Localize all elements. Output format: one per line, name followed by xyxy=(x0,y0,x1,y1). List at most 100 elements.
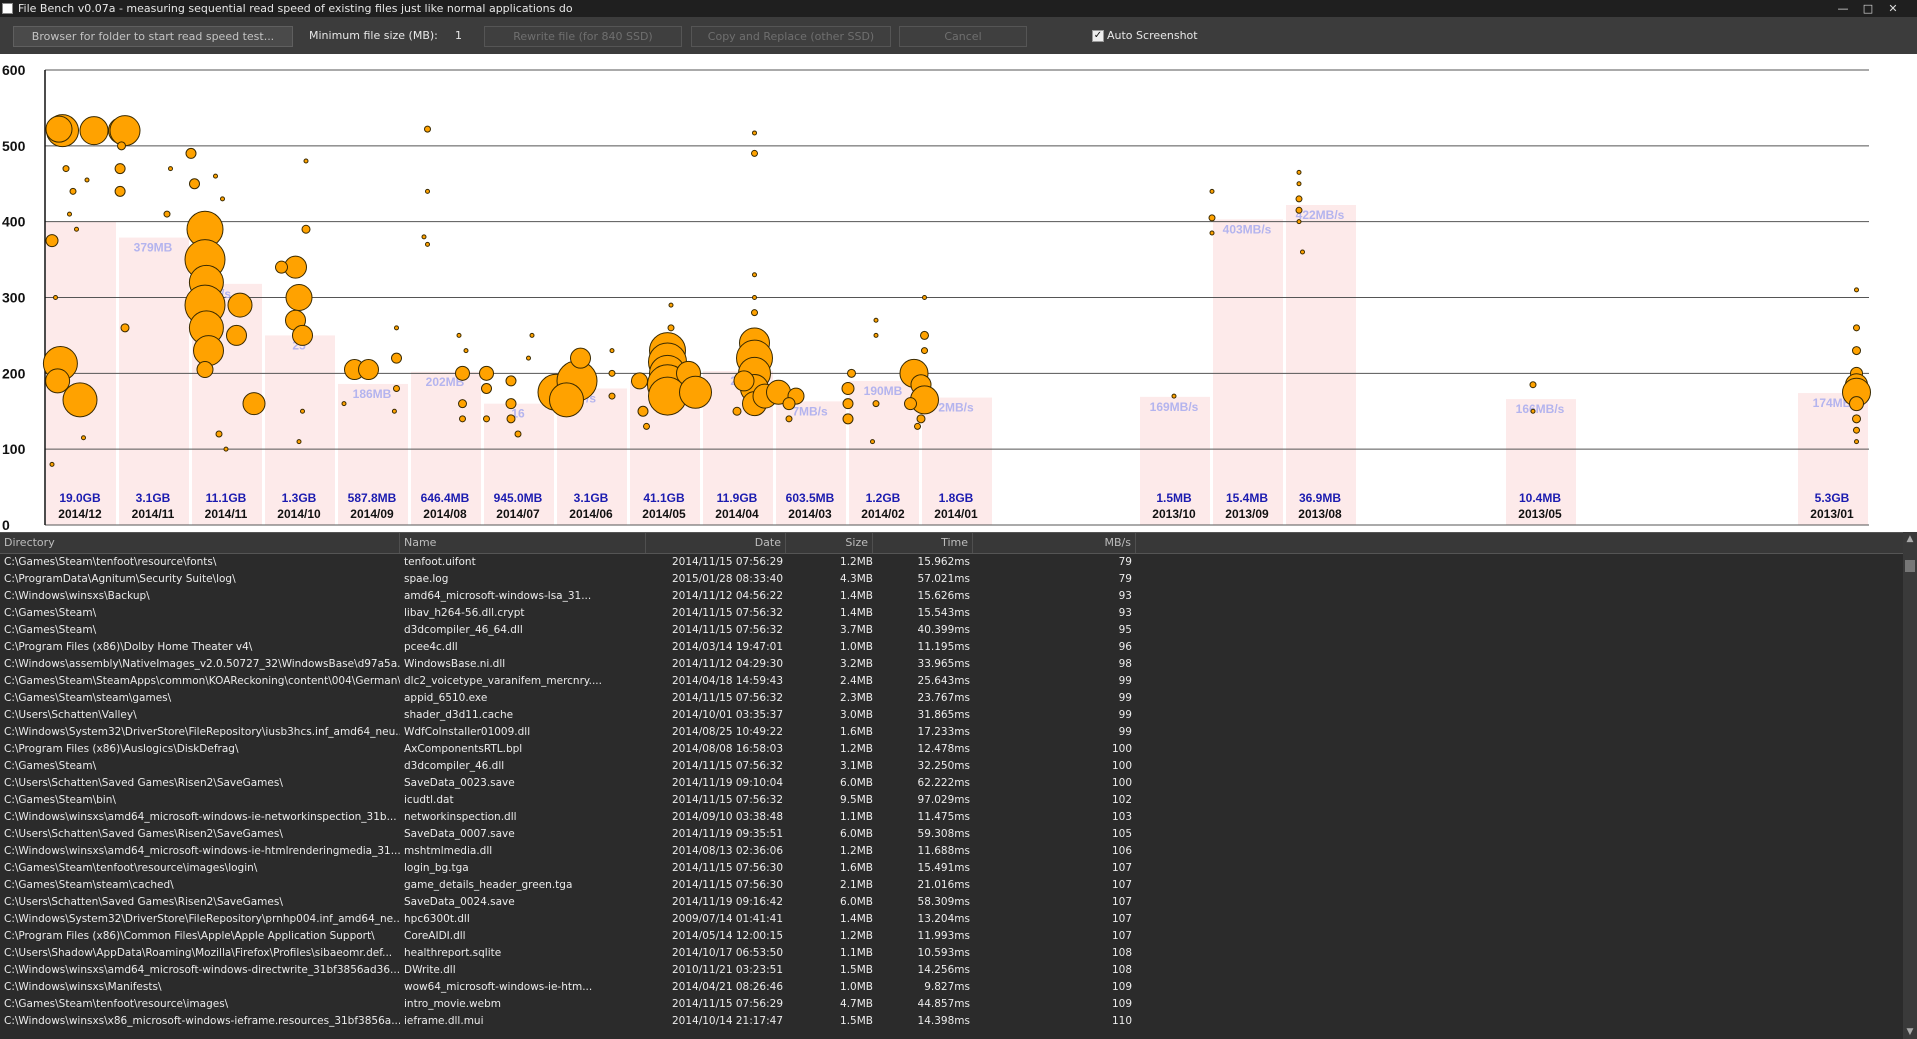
table-row[interactable]: C:\Windows\winsxs\amd64_microsoft-window… xyxy=(0,962,1903,979)
column-header-directory[interactable]: Directory xyxy=(0,533,400,553)
month-label: 2013/09 xyxy=(1225,507,1269,521)
table-row[interactable]: C:\Program Files (x86)\Dolby Home Theate… xyxy=(0,639,1903,656)
table-row[interactable]: C:\Games\Steam\steam\games\ appid_6510.ex… xyxy=(0,690,1903,707)
table-row[interactable]: C:\Windows\winsxs\Manifests\ wow64_micros… xyxy=(0,979,1903,996)
month-label: 2014/03 xyxy=(788,507,832,521)
column-header-size[interactable]: Size xyxy=(786,533,873,553)
file-speed-bubble xyxy=(506,414,516,424)
table-row[interactable]: C:\Program Files (x86)\Common Files\Appl… xyxy=(0,928,1903,945)
file-speed-bubble xyxy=(1171,393,1177,399)
month-size-label: 603.5MB xyxy=(786,491,835,505)
table-row[interactable]: C:\Windows\winsxs\amd64_microsoft-window… xyxy=(0,843,1903,860)
column-header-time[interactable]: Time xyxy=(873,533,973,553)
file-speed-bubble xyxy=(455,365,470,381)
month-size-label: 587.8MB xyxy=(348,491,397,505)
rewrite-file-button[interactable]: Rewrite file (for 840 SSD) xyxy=(484,26,682,47)
cell-date: 2014/11/15 07:56:29 xyxy=(671,556,783,568)
table-row[interactable]: C:\Games\Steam\tenfoot\resource\fonts\ te… xyxy=(0,554,1903,571)
table-row[interactable]: C:\Games\Steam\tenfoot\resource\images\l… xyxy=(0,860,1903,877)
file-speed-bubble xyxy=(922,295,927,300)
browse-folder-button[interactable]: Browser for folder to start read speed t… xyxy=(13,26,293,47)
file-speed-bubble xyxy=(391,352,402,364)
window-title: File Bench v0.07a - measuring sequential… xyxy=(18,2,573,15)
cell-mbs: 93 xyxy=(1118,607,1132,619)
cell-size: 9.5MB xyxy=(840,794,873,806)
column-header-name[interactable]: Name xyxy=(400,533,646,553)
file-speed-bubble xyxy=(1295,195,1303,203)
table-row[interactable]: C:\Games\Steam\SteamApps\common\KOARecko… xyxy=(0,673,1903,690)
table-row[interactable]: C:\Windows\winsxs\Backup\ amd64_microsoft… xyxy=(0,588,1903,605)
cell-time: 15.962ms xyxy=(917,556,970,568)
scroll-up-icon[interactable]: ▲ xyxy=(1903,532,1917,546)
cancel-button[interactable]: Cancel xyxy=(899,26,1027,47)
month-label: 2014/08 xyxy=(423,507,467,521)
grid-rows: C:\Games\Steam\tenfoot\resource\fonts\ te… xyxy=(0,554,1903,1039)
table-row[interactable]: C:\Windows\winsxs\x86_microsoft-windows-… xyxy=(0,1013,1903,1030)
cell-mbs: 105 xyxy=(1111,828,1132,840)
cell-name: intro_movie.webm xyxy=(404,998,501,1010)
maximize-button[interactable]: □ xyxy=(1857,0,1879,17)
table-row[interactable]: C:\Games\Steam\tenfoot\resource\images\ i… xyxy=(0,996,1903,1013)
table-row[interactable]: C:\Games\Steam\bin\ icudtl.dat 2014/11/15 … xyxy=(0,792,1903,809)
cell-mbs: 96 xyxy=(1118,641,1132,653)
scroll-down-icon[interactable]: ▼ xyxy=(1903,1025,1917,1039)
table-row[interactable]: C:\Games\Steam\ libav_h264-56.dll.crypt 20… xyxy=(0,605,1903,622)
month-label: 2013/08 xyxy=(1298,507,1342,521)
table-row[interactable]: C:\Users\Shadow\AppData\Roaming\Mozilla\… xyxy=(0,945,1903,962)
file-speed-bubble xyxy=(394,325,399,331)
speed-chart-svg: 0100200300400500600379MB/s25186MB202MB16… xyxy=(2,62,1871,532)
file-speed-bubble xyxy=(67,211,72,217)
file-speed-bubble xyxy=(873,332,879,338)
cell-size: 1.2MB xyxy=(840,743,873,755)
table-row[interactable]: C:\Users\Schatten\Saved Games\Risen2\Sav… xyxy=(0,826,1903,843)
file-speed-bubble xyxy=(608,392,616,400)
table-row[interactable]: C:\ProgramData\Agnitum\Security Suite\lo… xyxy=(0,571,1903,588)
min-file-size-input[interactable]: 1 xyxy=(455,29,462,43)
table-row[interactable]: C:\Games\Steam\ d3dcompiler_46.dll 2014/11… xyxy=(0,758,1903,775)
table-row[interactable]: C:\Games\Steam\ d3dcompiler_46_64.dll 2014… xyxy=(0,622,1903,639)
auto-screenshot-checkbox[interactable]: ✓ xyxy=(1092,30,1104,42)
cell-time: 58.309ms xyxy=(917,896,970,908)
month-label: 2014/05 xyxy=(642,507,686,521)
cell-size: 4.3MB xyxy=(840,573,873,585)
column-header-date[interactable]: Date xyxy=(646,533,786,553)
file-speed-bubble xyxy=(751,149,758,157)
cell-time: 15.543ms xyxy=(917,607,970,619)
file-speed-bubble xyxy=(785,415,793,423)
cell-time: 31.865ms xyxy=(917,709,970,721)
table-row[interactable]: C:\Windows\System32\DriverStore\FileRepo… xyxy=(0,724,1903,741)
file-speed-bubble xyxy=(53,295,58,300)
table-row[interactable]: C:\Users\Schatten\Saved Games\Risen2\Sav… xyxy=(0,894,1903,911)
cell-name: ieframe.dll.mui xyxy=(404,1015,484,1027)
column-header-mbs[interactable]: MB/s xyxy=(973,533,1136,553)
table-row[interactable]: C:\Users\Schatten\Valley\ shader_d3d11.ca… xyxy=(0,707,1903,724)
file-speed-bubble xyxy=(1852,414,1861,424)
table-row[interactable]: C:\Users\Schatten\Saved Games\Risen2\Sav… xyxy=(0,775,1903,792)
close-button[interactable]: ✕ xyxy=(1882,0,1904,17)
table-row[interactable]: C:\Games\Steam\steam\cached\ game_details… xyxy=(0,877,1903,894)
file-speed-bubble xyxy=(341,401,347,407)
cell-date: 2014/11/15 07:56:32 xyxy=(671,760,783,772)
cell-name: libav_h264-56.dll.crypt xyxy=(404,607,525,619)
file-speed-bubble xyxy=(213,173,218,179)
file-speed-bubble xyxy=(1854,287,1859,293)
copy-replace-button[interactable]: Copy and Replace (other SSD) xyxy=(691,26,891,47)
cell-time: 21.016ms xyxy=(917,879,970,891)
cell-mbs: 109 xyxy=(1111,981,1132,993)
grid-vertical-scrollbar[interactable]: ▲ ▼ xyxy=(1903,532,1917,1039)
minimize-button[interactable]: — xyxy=(1832,0,1854,17)
month-label: 2014/10 xyxy=(277,507,321,521)
table-row[interactable]: C:\Program Files (x86)\Auslogics\DiskDef… xyxy=(0,741,1903,758)
cell-mbs: 95 xyxy=(1118,624,1132,636)
file-speed-bubble xyxy=(185,147,197,159)
month-size-label: 15.4MB xyxy=(1226,491,1268,505)
table-row[interactable]: C:\Windows\assembly\NativeImages_v2.0.50… xyxy=(0,656,1903,673)
cell-date: 2014/11/19 09:16:42 xyxy=(671,896,783,908)
table-row[interactable]: C:\Windows\winsxs\amd64_microsoft-window… xyxy=(0,809,1903,826)
month-size-label: 11.1GB xyxy=(206,491,247,505)
file-speed-bubble xyxy=(1852,346,1861,356)
scroll-thumb[interactable] xyxy=(1905,560,1915,572)
table-row[interactable]: C:\Windows\System32\DriverStore\FileRepo… xyxy=(0,911,1903,928)
cell-name: dlc2_voicetype_varanifem_mercnry.... xyxy=(404,675,602,687)
cell-directory: C:\Windows\System32\DriverStore\FileRepo… xyxy=(4,913,400,925)
